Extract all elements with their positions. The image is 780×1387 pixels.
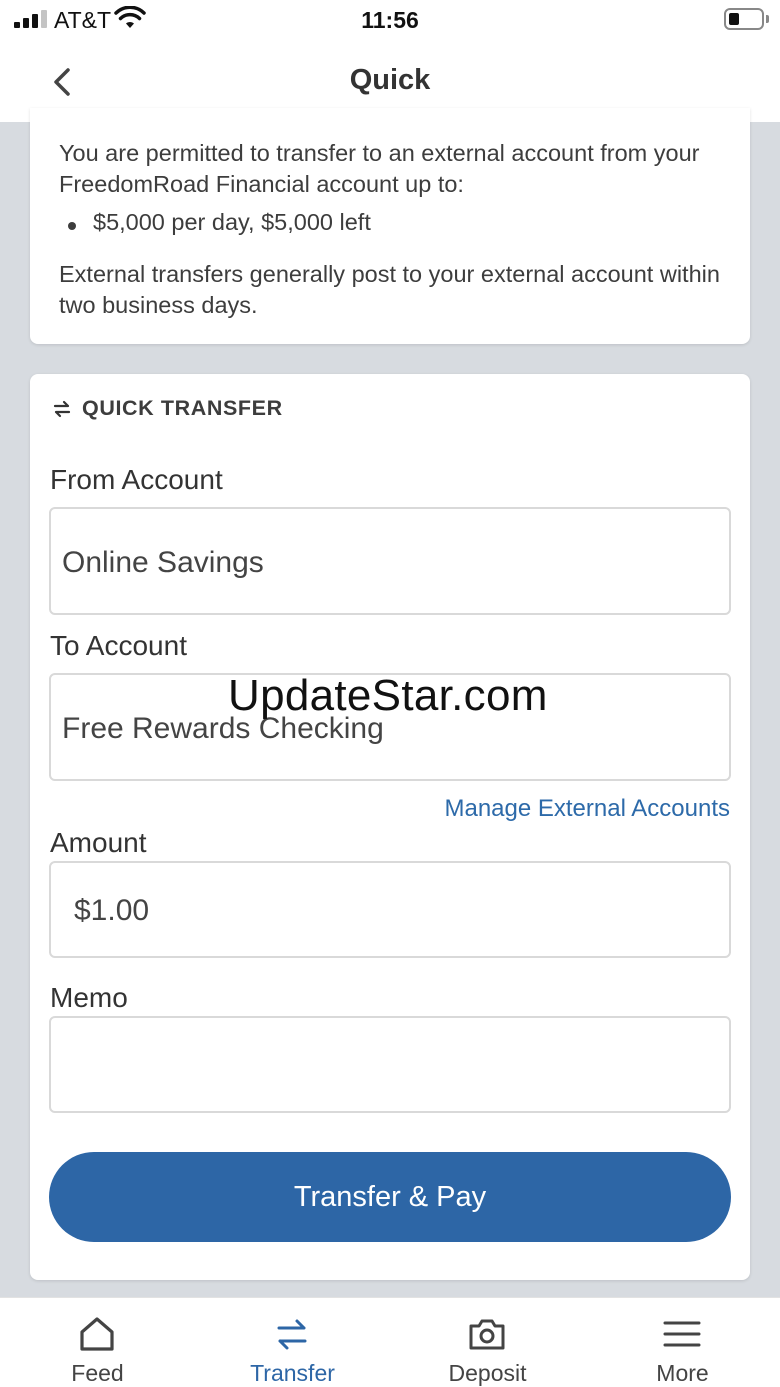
daily-limit-item: $5,000 per day, $5,000 left <box>93 209 371 235</box>
to-account-label: To Account <box>50 630 187 661</box>
transfer-pay-button[interactable]: Transfer & Pay <box>49 1152 731 1242</box>
from-account-select[interactable]: Online Savings <box>49 507 731 615</box>
tab-transfer-label: Transfer <box>250 1360 335 1386</box>
tab-more[interactable]: More <box>585 1298 780 1387</box>
limits-intro-text: You are permitted to transfer to an exte… <box>59 140 700 197</box>
tab-transfer[interactable]: Transfer <box>195 1298 390 1387</box>
camera-icon <box>469 1319 505 1350</box>
manage-external-accounts-link[interactable]: Manage External Accounts <box>444 795 730 823</box>
section-title: QUICK TRANSFER <box>82 396 283 420</box>
amount-value: $1.00 <box>74 894 150 927</box>
battery-icon <box>724 8 764 30</box>
tab-deposit[interactable]: Deposit <box>390 1298 585 1387</box>
tab-feed[interactable]: Feed <box>0 1298 195 1387</box>
tab-more-label: More <box>656 1360 709 1386</box>
battery-tip <box>766 15 769 23</box>
tab-deposit-label: Deposit <box>448 1360 527 1386</box>
menu-icon <box>663 1321 701 1347</box>
clock-time: 11:56 <box>361 7 419 33</box>
posting-time-note: External transfers generally post to you… <box>59 261 720 318</box>
memo-input[interactable] <box>49 1016 731 1113</box>
quick-transfer-card: QUICK TRANSFER From Account Online Savin… <box>30 374 750 1280</box>
status-bar: AT&T 11:56 <box>0 0 780 40</box>
page-title: Quick <box>349 64 431 96</box>
bullet-dot <box>68 222 76 230</box>
watermark-text: UpdateStar.com <box>228 671 548 720</box>
swap-arrows-icon <box>53 400 71 418</box>
swap-arrows-icon <box>277 1319 307 1350</box>
from-account-value: Online Savings <box>62 546 264 579</box>
tab-bar: Feed Transfer Deposit More <box>0 1297 780 1387</box>
memo-label: Memo <box>50 982 128 1013</box>
from-account-label: From Account <box>50 464 223 495</box>
tab-feed-label: Feed <box>71 1360 124 1386</box>
home-icon <box>80 1317 114 1351</box>
amount-label: Amount <box>50 827 147 858</box>
amount-input[interactable]: $1.00 <box>49 861 731 958</box>
transfer-limits-card: You are permitted to transfer to an exte… <box>30 108 750 344</box>
